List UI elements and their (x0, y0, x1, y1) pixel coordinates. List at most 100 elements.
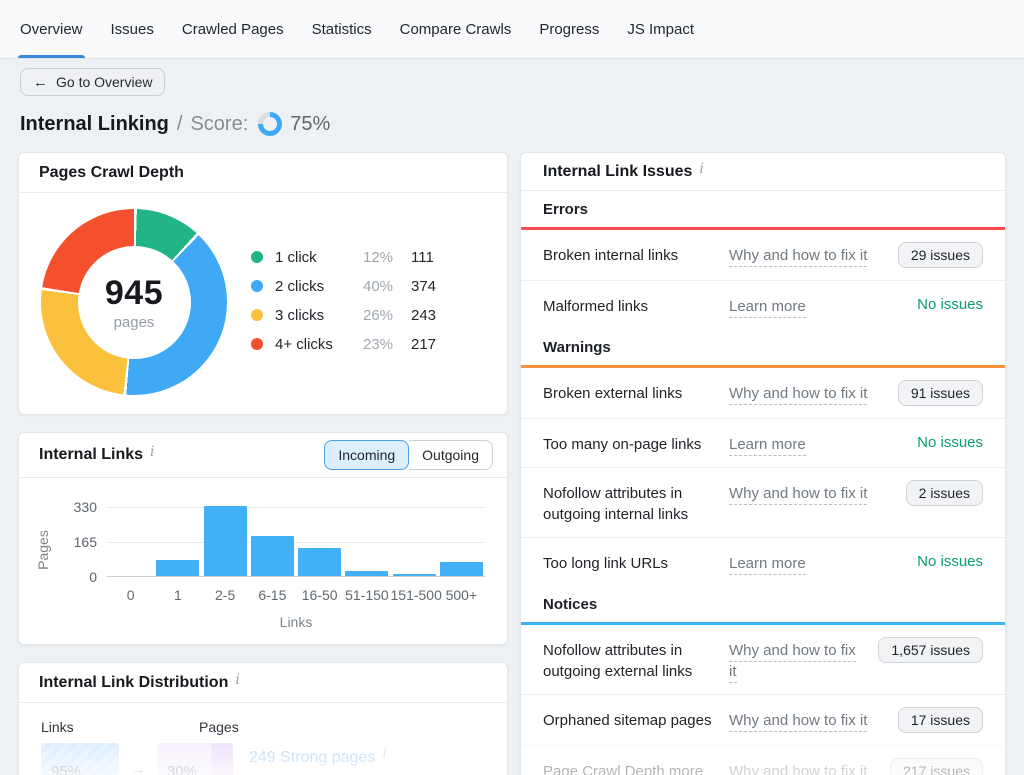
issues-count-button[interactable]: 2 issues (906, 480, 983, 506)
internal-links-bar-chart: Pages 330 165 0 0 1 (19, 478, 507, 645)
issue-row-broken-internal-links: Broken internal links Why and how to fix… (521, 230, 1005, 280)
page-title-row: Internal Linking / Score: 75% (20, 110, 330, 138)
crawl-depth-donut-chart: 945 pages (41, 209, 227, 395)
bar-16-50 (298, 548, 341, 576)
page-title: Internal Linking (20, 113, 169, 136)
right-arrow-icon: → (119, 761, 157, 775)
info-icon[interactable]: i (699, 162, 703, 176)
info-icon[interactable]: i (235, 673, 239, 687)
score-ring-chart (258, 112, 282, 136)
tab-statistics[interactable]: Statistics (312, 0, 372, 58)
links-percent-bar: 95% (41, 743, 119, 775)
legend-dot-3-clicks (251, 309, 263, 321)
legend-item: 3 clicks 26% 243 (251, 305, 436, 325)
score-value: 75% (290, 113, 330, 136)
section-title-errors: Errors (543, 201, 588, 218)
issue-row-malformed-links: Malformed links Learn more No issues (521, 280, 1005, 329)
section-title-notices: Notices (543, 596, 597, 613)
no-issues-status: No issues (917, 550, 983, 570)
learn-more-link[interactable]: Learn more (729, 293, 905, 317)
go-to-overview-label: Go to Overview (56, 74, 152, 90)
bar-51-150 (345, 571, 388, 576)
top-navigation: Overview Issues Crawled Pages Statistics… (0, 0, 1024, 59)
go-to-overview-button[interactable]: ← Go to Overview (20, 68, 165, 96)
legend-dot-4plus-clicks (251, 338, 263, 350)
legend-dot-2-clicks (251, 280, 263, 292)
internal-link-distribution-card: Internal Link Distribution i Links Pages… (18, 662, 508, 775)
distribution-pages-column-label: Pages (199, 719, 239, 735)
title-separator: / (177, 113, 183, 136)
donut-total-label: pages (114, 314, 155, 331)
pages-crawl-depth-card: Pages Crawl Depth 945 pages 1 click 12% … (18, 152, 508, 415)
incoming-outgoing-toggle: Incoming Outgoing (324, 440, 493, 470)
legend-dot-1-click (251, 251, 263, 263)
issue-row-nofollow-outgoing-external: Nofollow attributes in outgoing external… (521, 625, 1005, 694)
issue-row-broken-external-links: Broken external links Why and how to fix… (521, 368, 1005, 418)
tab-issues[interactable]: Issues (111, 0, 154, 58)
legend-item: 4+ clicks 23% 217 (251, 334, 436, 354)
why-how-to-fix-link[interactable]: Why and how to fix it (729, 380, 886, 404)
left-arrow-icon: ← (33, 75, 48, 90)
bar-1 (156, 560, 199, 576)
issues-count-button[interactable]: 29 issues (898, 242, 983, 268)
legend-item: 2 clicks 40% 374 (251, 276, 436, 296)
donut-legend: 1 click 12% 111 2 clicks 40% 374 3 click… (251, 247, 436, 354)
distribution-preview-row: 95% → 30% 249 Strong pages i (41, 743, 497, 775)
no-issues-status: No issues (917, 293, 983, 313)
score-ring-hole (263, 117, 277, 131)
distribution-links-column-label: Links (41, 719, 74, 735)
tab-overview[interactable]: Overview (20, 0, 83, 58)
distribution-body: Links Pages 95% → 30% 249 Strong pages i (19, 703, 507, 775)
issues-count-button[interactable]: 91 issues (898, 380, 983, 406)
info-icon: i (382, 747, 386, 765)
why-how-to-fix-link[interactable]: Why and how to fix it (729, 637, 866, 682)
no-issues-status: No issues (917, 431, 983, 451)
y-tick-165: 165 (39, 534, 97, 550)
y-tick-0: 0 (39, 569, 97, 585)
y-tick-330: 330 (39, 499, 97, 515)
donut-total-value: 945 (105, 274, 163, 313)
card-title-crawl-depth: Pages Crawl Depth (39, 164, 184, 182)
bar-151-500 (393, 574, 436, 576)
issues-count-button[interactable]: 17 issues (898, 707, 983, 733)
why-how-to-fix-link[interactable]: Why and how to fix it (729, 480, 894, 504)
issue-row-too-many-on-page-links: Too many on-page links Learn more No iss… (521, 418, 1005, 467)
issues-count-button[interactable]: 1,657 issues (878, 637, 983, 663)
internal-link-issues-card: Internal Link Issues i Errors Broken int… (520, 152, 1006, 775)
tab-progress[interactable]: Progress (539, 0, 599, 58)
info-icon[interactable]: i (150, 445, 154, 459)
why-how-to-fix-link[interactable]: Why and how to fix it (729, 758, 878, 775)
toggle-incoming[interactable]: Incoming (324, 440, 409, 470)
pages-percent-bar: 30% (157, 743, 233, 775)
bar-6-15 (251, 536, 294, 576)
learn-more-link[interactable]: Learn more (729, 431, 905, 455)
issue-row-orphaned-sitemap-pages: Orphaned sitemap pages Why and how to fi… (521, 694, 1005, 745)
card-title-internal-links: Internal Links (39, 446, 143, 464)
strong-pages-link[interactable]: 249 Strong pages i (249, 749, 387, 767)
legend-item: 1 click 12% 111 (251, 247, 436, 267)
tab-compare-crawls[interactable]: Compare Crawls (400, 0, 512, 58)
issue-row-too-long-link-urls: Too long link URLs Learn more No issues (521, 537, 1005, 586)
x-axis-labels: 0 1 2-5 6-15 16-50 51-150 151-500 500+ (107, 587, 485, 603)
nav-tabs: Overview Issues Crawled Pages Statistics… (20, 0, 694, 58)
section-title-warnings: Warnings (543, 339, 611, 356)
card-title-link-distribution: Internal Link Distribution (39, 674, 228, 692)
why-how-to-fix-link[interactable]: Why and how to fix it (729, 242, 886, 266)
donut-center: 945 pages (78, 246, 191, 359)
plot-area (107, 507, 485, 577)
tab-js-impact[interactable]: JS Impact (627, 0, 694, 58)
issue-row-nofollow-outgoing-internal: Nofollow attributes in outgoing internal… (521, 467, 1005, 537)
tab-crawled-pages[interactable]: Crawled Pages (182, 0, 284, 58)
why-how-to-fix-link[interactable]: Why and how to fix it (729, 707, 886, 731)
internal-links-card: Internal Links i Incoming Outgoing Pages… (18, 432, 508, 645)
learn-more-link[interactable]: Learn more (729, 550, 905, 574)
bar-500plus (440, 562, 483, 576)
x-axis-title: Links (107, 614, 485, 630)
toggle-outgoing[interactable]: Outgoing (409, 440, 493, 470)
issue-row-page-crawl-depth: Page Crawl Depth more than 3 clicks Why … (521, 745, 1005, 775)
bar-2-5 (204, 506, 247, 576)
bars (107, 507, 485, 576)
card-title-link-issues: Internal Link Issues (543, 163, 692, 181)
issues-count-button[interactable]: 217 issues (890, 758, 983, 775)
score-label: Score: (190, 113, 248, 136)
